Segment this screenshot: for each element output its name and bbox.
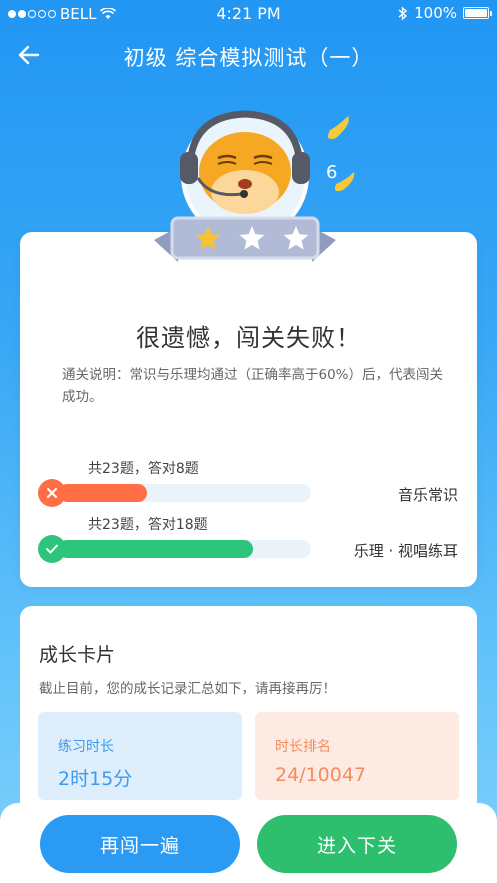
status-right: 100% [398, 4, 492, 22]
growth-title: 成长卡片 [39, 644, 116, 666]
stat-label: 练习时长 [58, 739, 114, 755]
battery-icon [463, 7, 492, 19]
pass-check-icon [38, 535, 66, 563]
time-ranking-stat: 时长排名 24/10047 [255, 712, 459, 800]
progress-row-music-knowledge: 共23题，答对8题 音乐常识 [38, 458, 458, 508]
progress-label: 音乐常识 [397, 486, 458, 504]
fail-x-icon [38, 479, 66, 507]
result-card: 很遗憾，闯关失败！ 通关说明：常识与乐理均通过（正确率高于60%）后，代表闯关成… [20, 232, 477, 587]
stat-value: 2时15分 [58, 768, 133, 790]
battery-percent: 100% [414, 4, 457, 22]
stat-label: 时长排名 [275, 739, 331, 755]
progress-count: 共23题，答对18题 [88, 517, 208, 533]
result-description: 通关说明：常识与乐理均通过（正确率高于60%）后，代表闯关成功。 [62, 367, 444, 405]
nav-bar: 初级 综合模拟测试（一） [0, 30, 497, 80]
star-rating [172, 218, 318, 258]
progress-fill [58, 540, 253, 558]
bottom-action-bar: 再闯一遍 进入下关 [0, 803, 497, 883]
next-level-button[interactable]: 进入下关 [257, 815, 457, 873]
bluetooth-icon [398, 5, 408, 21]
progress-fill [58, 484, 147, 502]
progress-track [58, 484, 311, 502]
star-filled-icon [195, 226, 221, 250]
stat-value: 24/10047 [275, 764, 367, 786]
status-bar: BELL 4:21 PM 100% [0, 0, 497, 28]
progress-row-theory-ear-training: 共23题，答对18题 乐理 · 视唱练耳 [38, 514, 458, 564]
progress-label: 乐理 · 视唱练耳 [353, 542, 458, 560]
progress-track [58, 540, 311, 558]
growth-description: 截止目前，您的成长记录汇总如下，请再接再厉！ [39, 681, 336, 697]
result-title: 很遗憾，闯关失败！ [136, 324, 361, 352]
star-empty-icon [283, 226, 309, 250]
retry-button[interactable]: 再闯一遍 [40, 815, 240, 873]
practice-time-stat: 练习时长 2时15分 [38, 712, 242, 800]
progress-count: 共23题，答对8题 [88, 461, 199, 477]
page-title: 初级 综合模拟测试（一） [123, 46, 374, 70]
svg-text:6: 6 [326, 162, 337, 183]
star-empty-icon [239, 226, 265, 250]
